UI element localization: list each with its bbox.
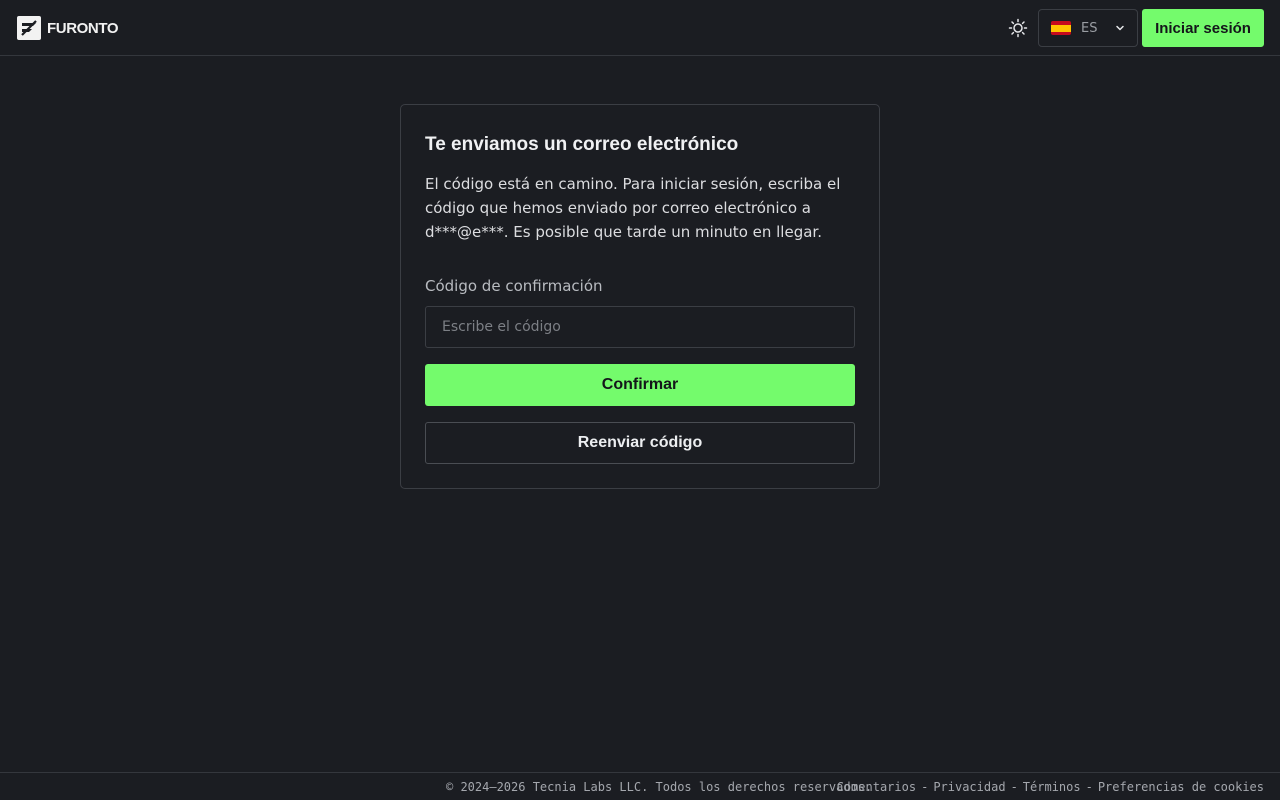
spain-flag-icon xyxy=(1051,21,1071,35)
footer-links: Comentarios - Privacidad - Términos - Pr… xyxy=(837,780,1264,794)
footer: © 2024–2026 Tecnia Labs LLC. Todos los d… xyxy=(0,772,1280,800)
brand-logo[interactable]: FURONTO xyxy=(17,16,118,40)
resend-code-button[interactable]: Reenviar código xyxy=(425,422,855,464)
confirm-button[interactable]: Confirmar xyxy=(425,364,855,406)
confirmation-card: Te enviamos un correo electrónico El cód… xyxy=(400,104,880,489)
signin-button[interactable]: Iniciar sesión xyxy=(1142,9,1264,47)
footer-separator: - xyxy=(1085,780,1093,794)
furonto-logo-icon xyxy=(17,16,41,40)
theme-toggle-button[interactable] xyxy=(1006,16,1030,40)
code-field-label: Código de confirmación xyxy=(425,277,603,295)
card-description: El código está en camino. Para iniciar s… xyxy=(425,175,841,241)
footer-separator: - xyxy=(921,780,929,794)
top-navigation-bar: FURONTO ES Iniciar sesión xyxy=(0,0,1280,56)
footer-link-terms[interactable]: Términos xyxy=(1023,780,1081,794)
confirmation-code-input[interactable] xyxy=(425,306,855,348)
brand-name: FURONTO xyxy=(47,19,119,37)
card-title: Te enviamos un correo electrónico xyxy=(425,134,739,155)
chevron-down-icon xyxy=(1116,25,1124,31)
footer-separator: - xyxy=(1010,780,1018,794)
footer-link-privacy[interactable]: Privacidad xyxy=(933,780,1005,794)
language-code: ES xyxy=(1081,20,1098,36)
footer-link-feedback[interactable]: Comentarios xyxy=(837,780,916,794)
language-selector[interactable]: ES xyxy=(1038,9,1138,47)
footer-link-cookie-preferences[interactable]: Preferencias de cookies xyxy=(1098,780,1264,794)
sun-icon xyxy=(1008,18,1028,38)
copyright-text: © 2024–2026 Tecnia Labs LLC. Todos los d… xyxy=(446,780,873,794)
